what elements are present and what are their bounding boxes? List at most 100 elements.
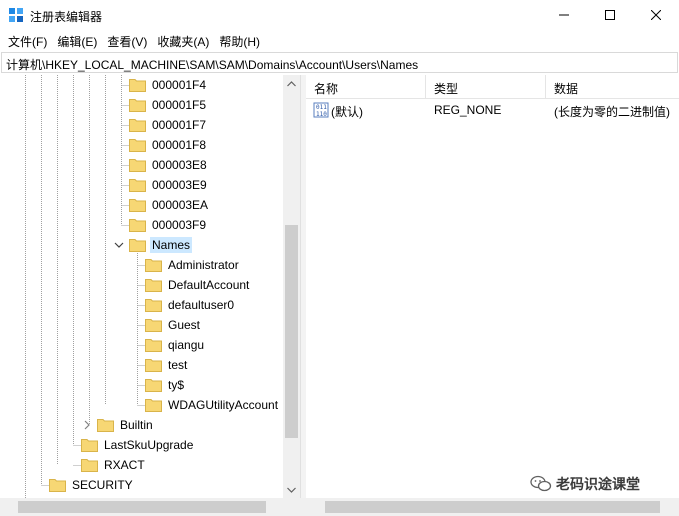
- scroll-down-icon[interactable]: [283, 481, 300, 498]
- svg-text:110: 110: [316, 111, 327, 118]
- folder-icon: [145, 279, 162, 292]
- menu-view[interactable]: 查看(V): [102, 30, 152, 51]
- tree-node-defaultuser0[interactable]: defaultuser0: [129, 295, 236, 315]
- column-header-data[interactable]: 数据: [546, 75, 679, 99]
- wechat-icon: [530, 475, 552, 492]
- folder-icon: [145, 379, 162, 392]
- tree-node-label: 000003E8: [152, 158, 207, 172]
- registry-editor-icon: [9, 8, 23, 22]
- tree-node-names[interactable]: Names: [113, 235, 193, 255]
- folder-icon: [81, 439, 98, 452]
- tree-node-defaultaccount[interactable]: DefaultAccount: [129, 275, 251, 295]
- value-data: (长度为零的二进制值): [554, 105, 670, 119]
- tree-node-000001F8[interactable]: 000001F8: [113, 135, 208, 155]
- menu-edit[interactable]: 编辑(E): [52, 30, 102, 51]
- tree-node-label: 000001F7: [152, 118, 207, 132]
- value-list[interactable]: 名称 类型 数据 011 110 (默认) REG_NONE (长度为零的二进制…: [306, 75, 679, 498]
- tree-node-label: DefaultAccount: [168, 278, 250, 292]
- tree-node-000003EA[interactable]: 000003EA: [113, 195, 210, 215]
- folder-icon: [145, 299, 162, 312]
- scroll-up-icon[interactable]: [283, 75, 300, 92]
- menu-help[interactable]: 帮助(H): [214, 30, 265, 51]
- tree-node-label: SECURITY: [72, 478, 133, 492]
- tree-node-label: Guest: [168, 318, 201, 332]
- folder-icon: [129, 179, 146, 192]
- tree-node-000003E9[interactable]: 000003E9: [113, 175, 209, 195]
- title-bar: 注册表编辑器: [0, 0, 679, 30]
- tree-node-000001F4[interactable]: 000001F4: [113, 75, 208, 95]
- tree-node-000001F7[interactable]: 000001F7: [113, 115, 208, 135]
- tree-node-label: 000001F4: [152, 78, 207, 92]
- tree-node-label: Names: [150, 237, 193, 253]
- folder-icon: [129, 159, 146, 172]
- scroll-thumb[interactable]: [285, 225, 298, 438]
- tree-node-label: WDAGUtilityAccount: [168, 398, 279, 412]
- menu-favorites[interactable]: 收藏夹(A): [152, 30, 214, 51]
- tree-node-000003E8[interactable]: 000003E8: [113, 155, 209, 175]
- tree-node-guest[interactable]: Guest: [129, 315, 202, 335]
- tree-node-rxact[interactable]: RXACT: [65, 455, 147, 475]
- folder-icon: [97, 419, 114, 432]
- folder-open-icon: [129, 239, 146, 252]
- tree-node-label: defaultuser0: [168, 298, 235, 312]
- tree-node-label: 000003EA: [152, 198, 209, 212]
- tree-node-test[interactable]: test: [129, 355, 189, 375]
- tree-node-label: qiangu: [168, 338, 205, 352]
- tree-node-label: 000003F9: [152, 218, 207, 232]
- tree-hscroll-thumb[interactable]: [18, 501, 266, 513]
- folder-icon: [145, 259, 162, 272]
- folder-icon: [49, 479, 66, 492]
- list-hscroll-thumb[interactable]: [325, 501, 660, 513]
- minimize-button[interactable]: [541, 0, 587, 30]
- tree-node-label: 000001F5: [152, 98, 207, 112]
- folder-icon: [81, 459, 98, 472]
- chevron-down-icon[interactable]: [113, 235, 125, 255]
- folder-icon: [129, 79, 146, 92]
- window-title: 注册表编辑器: [30, 10, 103, 24]
- list-item[interactable]: 011 110 (默认) REG_NONE (长度为零的二进制值): [306, 100, 679, 121]
- column-header-type[interactable]: 类型: [426, 75, 546, 99]
- folder-icon: [129, 199, 146, 212]
- watermark-text: 老码识途课堂: [556, 476, 640, 492]
- tree-node-lastskuupgrade[interactable]: LastSkuUpgrade: [65, 435, 195, 455]
- close-button[interactable]: [633, 0, 679, 30]
- tree-node-administrator[interactable]: Administrator: [129, 255, 241, 275]
- close-icon: [651, 10, 661, 20]
- tree-vertical-scrollbar[interactable]: [283, 75, 300, 498]
- horizontal-scrollbar[interactable]: [0, 498, 679, 516]
- folder-icon: [145, 399, 162, 412]
- tree-node-000001F5[interactable]: 000001F5: [113, 95, 208, 115]
- tree-node-label: 000003E9: [152, 178, 207, 192]
- folder-icon: [145, 319, 162, 332]
- tree-node-label: ty$: [168, 378, 185, 392]
- maximize-button[interactable]: [587, 0, 633, 30]
- folder-icon: [145, 359, 162, 372]
- tree-node-builtin[interactable]: Builtin: [81, 415, 155, 435]
- tree-node-security[interactable]: SECURITY: [33, 475, 135, 495]
- folder-icon: [129, 99, 146, 112]
- address-bar[interactable]: 计算机\HKEY_LOCAL_MACHINE\SAM\SAM\Domains\A…: [1, 52, 678, 73]
- value-name: (默认): [331, 105, 363, 119]
- menu-file[interactable]: 文件(F): [3, 30, 52, 51]
- folder-icon: [129, 119, 146, 132]
- folder-icon: [129, 219, 146, 232]
- watermark: 老码识途课堂: [530, 474, 640, 494]
- tree-node-label: test: [168, 358, 188, 372]
- minimize-icon: [559, 14, 569, 16]
- tree-node-label: Builtin: [120, 418, 153, 432]
- tree-node-ty[interactable]: ty$: [129, 375, 186, 395]
- column-header-name[interactable]: 名称: [306, 75, 426, 99]
- maximize-icon: [605, 10, 615, 20]
- key-tree[interactable]: 000001F4 000001F5 000001F7 000001F8 0000…: [0, 75, 301, 498]
- value-type: REG_NONE: [434, 103, 502, 117]
- address-path: 计算机\HKEY_LOCAL_MACHINE\SAM\SAM\Domains\A…: [6, 58, 419, 72]
- chevron-right-icon[interactable]: [81, 415, 93, 435]
- folder-icon: [129, 139, 146, 152]
- tree-node-label: RXACT: [104, 458, 145, 472]
- menu-bar: 文件(F) 编辑(E) 查看(V) 收藏夹(A) 帮助(H): [0, 30, 679, 51]
- tree-node-000003F9[interactable]: 000003F9: [113, 215, 208, 235]
- tree-node-label: LastSkuUpgrade: [104, 438, 194, 452]
- tree-node-label: Administrator: [168, 258, 239, 272]
- tree-node-wdagutilityaccount[interactable]: WDAGUtilityAccount: [129, 395, 280, 415]
- tree-node-qiangu[interactable]: qiangu: [129, 335, 206, 355]
